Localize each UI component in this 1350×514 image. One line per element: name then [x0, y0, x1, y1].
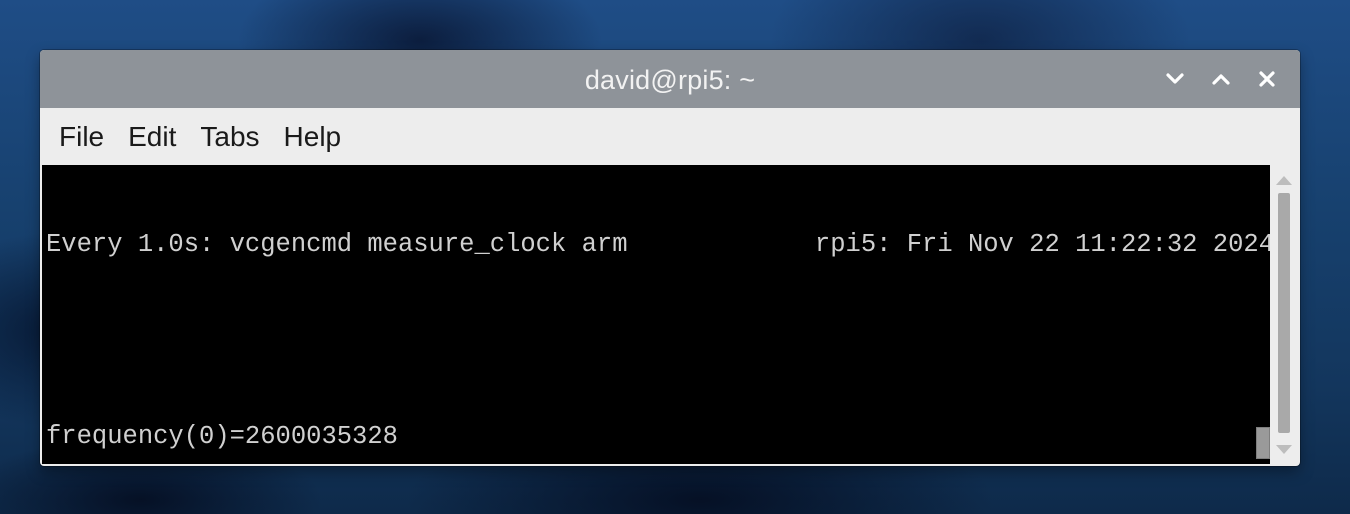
triangle-down-icon	[1276, 445, 1292, 454]
menu-file[interactable]: File	[47, 115, 116, 159]
menu-bar: File Edit Tabs Help	[40, 108, 1300, 165]
close-icon	[1259, 71, 1275, 87]
scrollbar-track[interactable]	[1278, 193, 1290, 433]
window-title: david@rpi5: ~	[584, 65, 756, 95]
menu-edit[interactable]: Edit	[116, 115, 188, 159]
menu-help[interactable]: Help	[272, 115, 354, 159]
menu-tabs[interactable]: Tabs	[188, 115, 271, 159]
watch-command: Every 1.0s: vcgencmd measure_clock arm	[46, 230, 628, 259]
scrollbar-thumb[interactable]	[1256, 427, 1270, 459]
chevron-down-icon	[1166, 73, 1184, 84]
terminal-text: Every 1.0s: vcgencmd measure_clock arm rp…	[46, 165, 1274, 464]
scroll-down-button[interactable]	[1274, 441, 1294, 459]
window-controls	[1156, 62, 1286, 96]
chevron-up-icon	[1212, 74, 1230, 85]
title-bar[interactable]: david@rpi5: ~	[40, 50, 1300, 108]
desktop-background: david@rpi5: ~ File Edit Tabs Help Every …	[0, 0, 1350, 514]
minimize-button[interactable]	[1156, 62, 1194, 96]
triangle-up-icon	[1276, 176, 1292, 185]
terminal-output-area[interactable]: Every 1.0s: vcgencmd measure_clock arm rp…	[42, 165, 1298, 464]
close-button[interactable]	[1248, 62, 1286, 96]
maximize-button[interactable]	[1202, 62, 1240, 96]
watch-host-timestamp: rpi5: Fri Nov 22 11:22:32 2024	[814, 230, 1274, 259]
vertical-scrollbar[interactable]	[1256, 165, 1298, 464]
scroll-up-button[interactable]	[1274, 171, 1294, 189]
terminal-window[interactable]: david@rpi5: ~ File Edit Tabs Help Every …	[40, 50, 1300, 466]
frequency-output-line: frequency(0)=2600035328	[46, 422, 398, 451]
watch-header-line: Every 1.0s: vcgencmd measure_clock arm rp…	[46, 229, 1274, 261]
